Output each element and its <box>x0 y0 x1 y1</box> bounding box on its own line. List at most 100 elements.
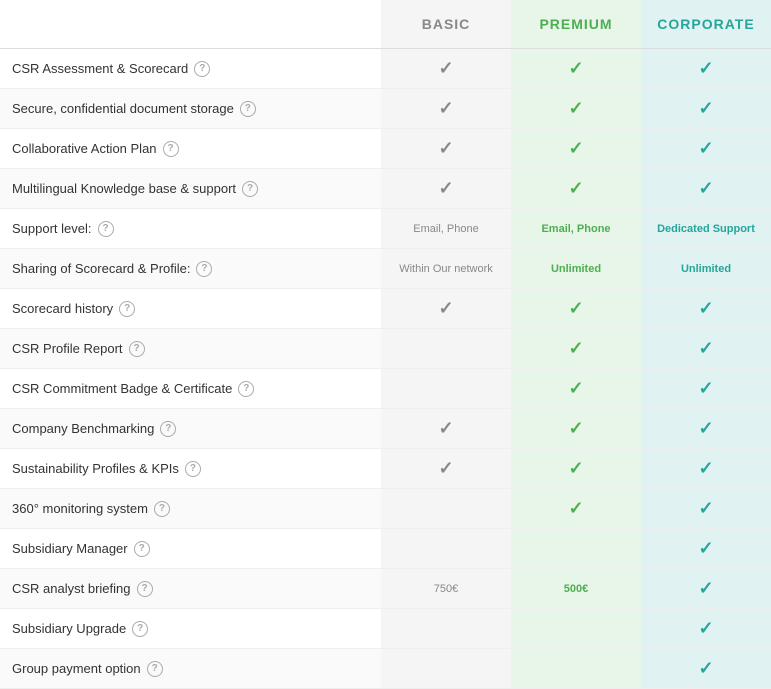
basic-check-icon: ✓ <box>438 458 453 479</box>
feature-name: CSR Assessment & Scorecard? <box>0 49 381 88</box>
help-icon[interactable]: ? <box>154 501 170 517</box>
feature-name: Group payment option? <box>0 649 381 688</box>
header-empty <box>0 0 381 48</box>
premium-value: ✓ <box>511 289 641 328</box>
corporate-check-icon: ✓ <box>698 298 713 319</box>
help-icon[interactable]: ? <box>240 101 256 117</box>
feature-name: Support level:? <box>0 209 381 248</box>
premium-value: Email, Phone <box>511 209 641 248</box>
feature-label: CSR Assessment & Scorecard <box>12 61 188 76</box>
premium-value: ✓ <box>511 409 641 448</box>
feature-name: CSR Profile Report? <box>0 329 381 368</box>
table-header: BASIC PREMIUM CORPORATE <box>0 0 771 49</box>
corporate-value: ✓ <box>641 129 771 168</box>
table-row: Multilingual Knowledge base & support? ✓✓… <box>0 169 771 209</box>
premium-value: Unlimited <box>511 249 641 288</box>
basic-value: ✓ <box>381 289 511 328</box>
feature-name: 360° monitoring system? <box>0 489 381 528</box>
premium-check-icon: ✓ <box>568 458 583 479</box>
feature-name: Secure, confidential document storage? <box>0 89 381 128</box>
premium-check-icon: ✓ <box>568 498 583 519</box>
table-row: CSR Profile Report? ✓ ✓ <box>0 329 771 369</box>
basic-check-icon: ✓ <box>438 298 453 319</box>
basic-value: ✓ <box>381 129 511 168</box>
corporate-value: ✓ <box>641 369 771 408</box>
table-row: Collaborative Action Plan?✓✓✓ <box>0 129 771 169</box>
feature-label: Collaborative Action Plan <box>12 141 157 156</box>
basic-value: ✓ <box>381 449 511 488</box>
corporate-check-icon: ✓ <box>698 578 713 599</box>
basic-check-icon: ✓ <box>438 98 453 119</box>
help-icon[interactable]: ? <box>163 141 179 157</box>
feature-name: Subsidiary Manager? <box>0 529 381 568</box>
help-icon[interactable]: ? <box>129 341 145 357</box>
help-icon[interactable]: ? <box>196 261 212 277</box>
pricing-table: BASIC PREMIUM CORPORATE CSR Assessment &… <box>0 0 771 689</box>
help-icon[interactable]: ? <box>147 661 163 677</box>
help-icon[interactable]: ? <box>134 541 150 557</box>
corporate-check-icon: ✓ <box>698 458 713 479</box>
basic-check-icon: ✓ <box>438 58 453 79</box>
corporate-value: Dedicated Support <box>641 209 771 248</box>
feature-label: Multilingual Knowledge base & support <box>12 181 236 196</box>
feature-label: Group payment option <box>12 661 141 676</box>
basic-check-icon: ✓ <box>438 138 453 159</box>
basic-value: ✓ <box>381 49 511 88</box>
corporate-check-icon: ✓ <box>698 538 713 559</box>
corporate-value: ✓ <box>641 89 771 128</box>
feature-label: 360° monitoring system <box>12 501 148 516</box>
table-row: Subsidiary Manager? ✓ <box>0 529 771 569</box>
header-corporate: CORPORATE <box>641 0 771 48</box>
corporate-check-icon: ✓ <box>698 378 713 399</box>
feature-name: Subsidiary Upgrade? <box>0 609 381 648</box>
premium-check-icon: ✓ <box>568 298 583 319</box>
feature-name: Collaborative Action Plan? <box>0 129 381 168</box>
header-basic: BASIC <box>381 0 511 48</box>
help-icon[interactable]: ? <box>119 301 135 317</box>
corporate-value: ✓ <box>641 169 771 208</box>
premium-value <box>511 649 641 688</box>
basic-value: Within Our network <box>381 249 511 288</box>
premium-check-icon: ✓ <box>568 338 583 359</box>
feature-label: Sustainability Profiles & KPIs <box>12 461 179 476</box>
basic-check-icon: ✓ <box>438 418 453 439</box>
help-icon[interactable]: ? <box>185 461 201 477</box>
feature-label: Secure, confidential document storage <box>12 101 234 116</box>
corporate-check-icon: ✓ <box>698 138 713 159</box>
corporate-value: ✓ <box>641 609 771 648</box>
premium-value <box>511 609 641 648</box>
help-icon[interactable]: ? <box>132 621 148 637</box>
basic-value: Email, Phone <box>381 209 511 248</box>
corporate-value: ✓ <box>641 49 771 88</box>
premium-check-icon: ✓ <box>568 58 583 79</box>
table-row: CSR Commitment Badge & Certificate?✓✓ <box>0 369 771 409</box>
help-icon[interactable]: ? <box>160 421 176 437</box>
premium-value <box>511 529 641 568</box>
table-row: CSR analyst briefing?750€500€✓ <box>0 569 771 609</box>
help-icon[interactable]: ? <box>242 181 258 197</box>
premium-value: ✓ <box>511 169 641 208</box>
corporate-value: ✓ <box>641 329 771 368</box>
premium-check-icon: ✓ <box>568 98 583 119</box>
help-icon[interactable]: ? <box>194 61 210 77</box>
feature-name: Sharing of Scorecard & Profile:? <box>0 249 381 288</box>
corporate-value: Unlimited <box>641 249 771 288</box>
premium-value: 500€ <box>511 569 641 608</box>
corporate-check-icon: ✓ <box>698 658 713 679</box>
corporate-value: ✓ <box>641 649 771 688</box>
table-row: Secure, confidential document storage? ✓ ✓… <box>0 89 771 129</box>
table-row: Subsidiary Upgrade? ✓ <box>0 609 771 649</box>
help-icon[interactable]: ? <box>137 581 153 597</box>
feature-name: Sustainability Profiles & KPIs? <box>0 449 381 488</box>
feature-label: CSR Profile Report <box>12 341 123 356</box>
table-row: Scorecard history?✓✓✓ <box>0 289 771 329</box>
basic-value <box>381 649 511 688</box>
help-icon[interactable]: ? <box>238 381 254 397</box>
feature-name: CSR analyst briefing? <box>0 569 381 608</box>
feature-name: Multilingual Knowledge base & support? <box>0 169 381 208</box>
corporate-text-value: Unlimited <box>681 263 731 275</box>
table-row: Support level:?Email, PhoneEmail, PhoneD… <box>0 209 771 249</box>
help-icon[interactable]: ? <box>98 221 114 237</box>
corporate-check-icon: ✓ <box>698 418 713 439</box>
basic-value <box>381 489 511 528</box>
